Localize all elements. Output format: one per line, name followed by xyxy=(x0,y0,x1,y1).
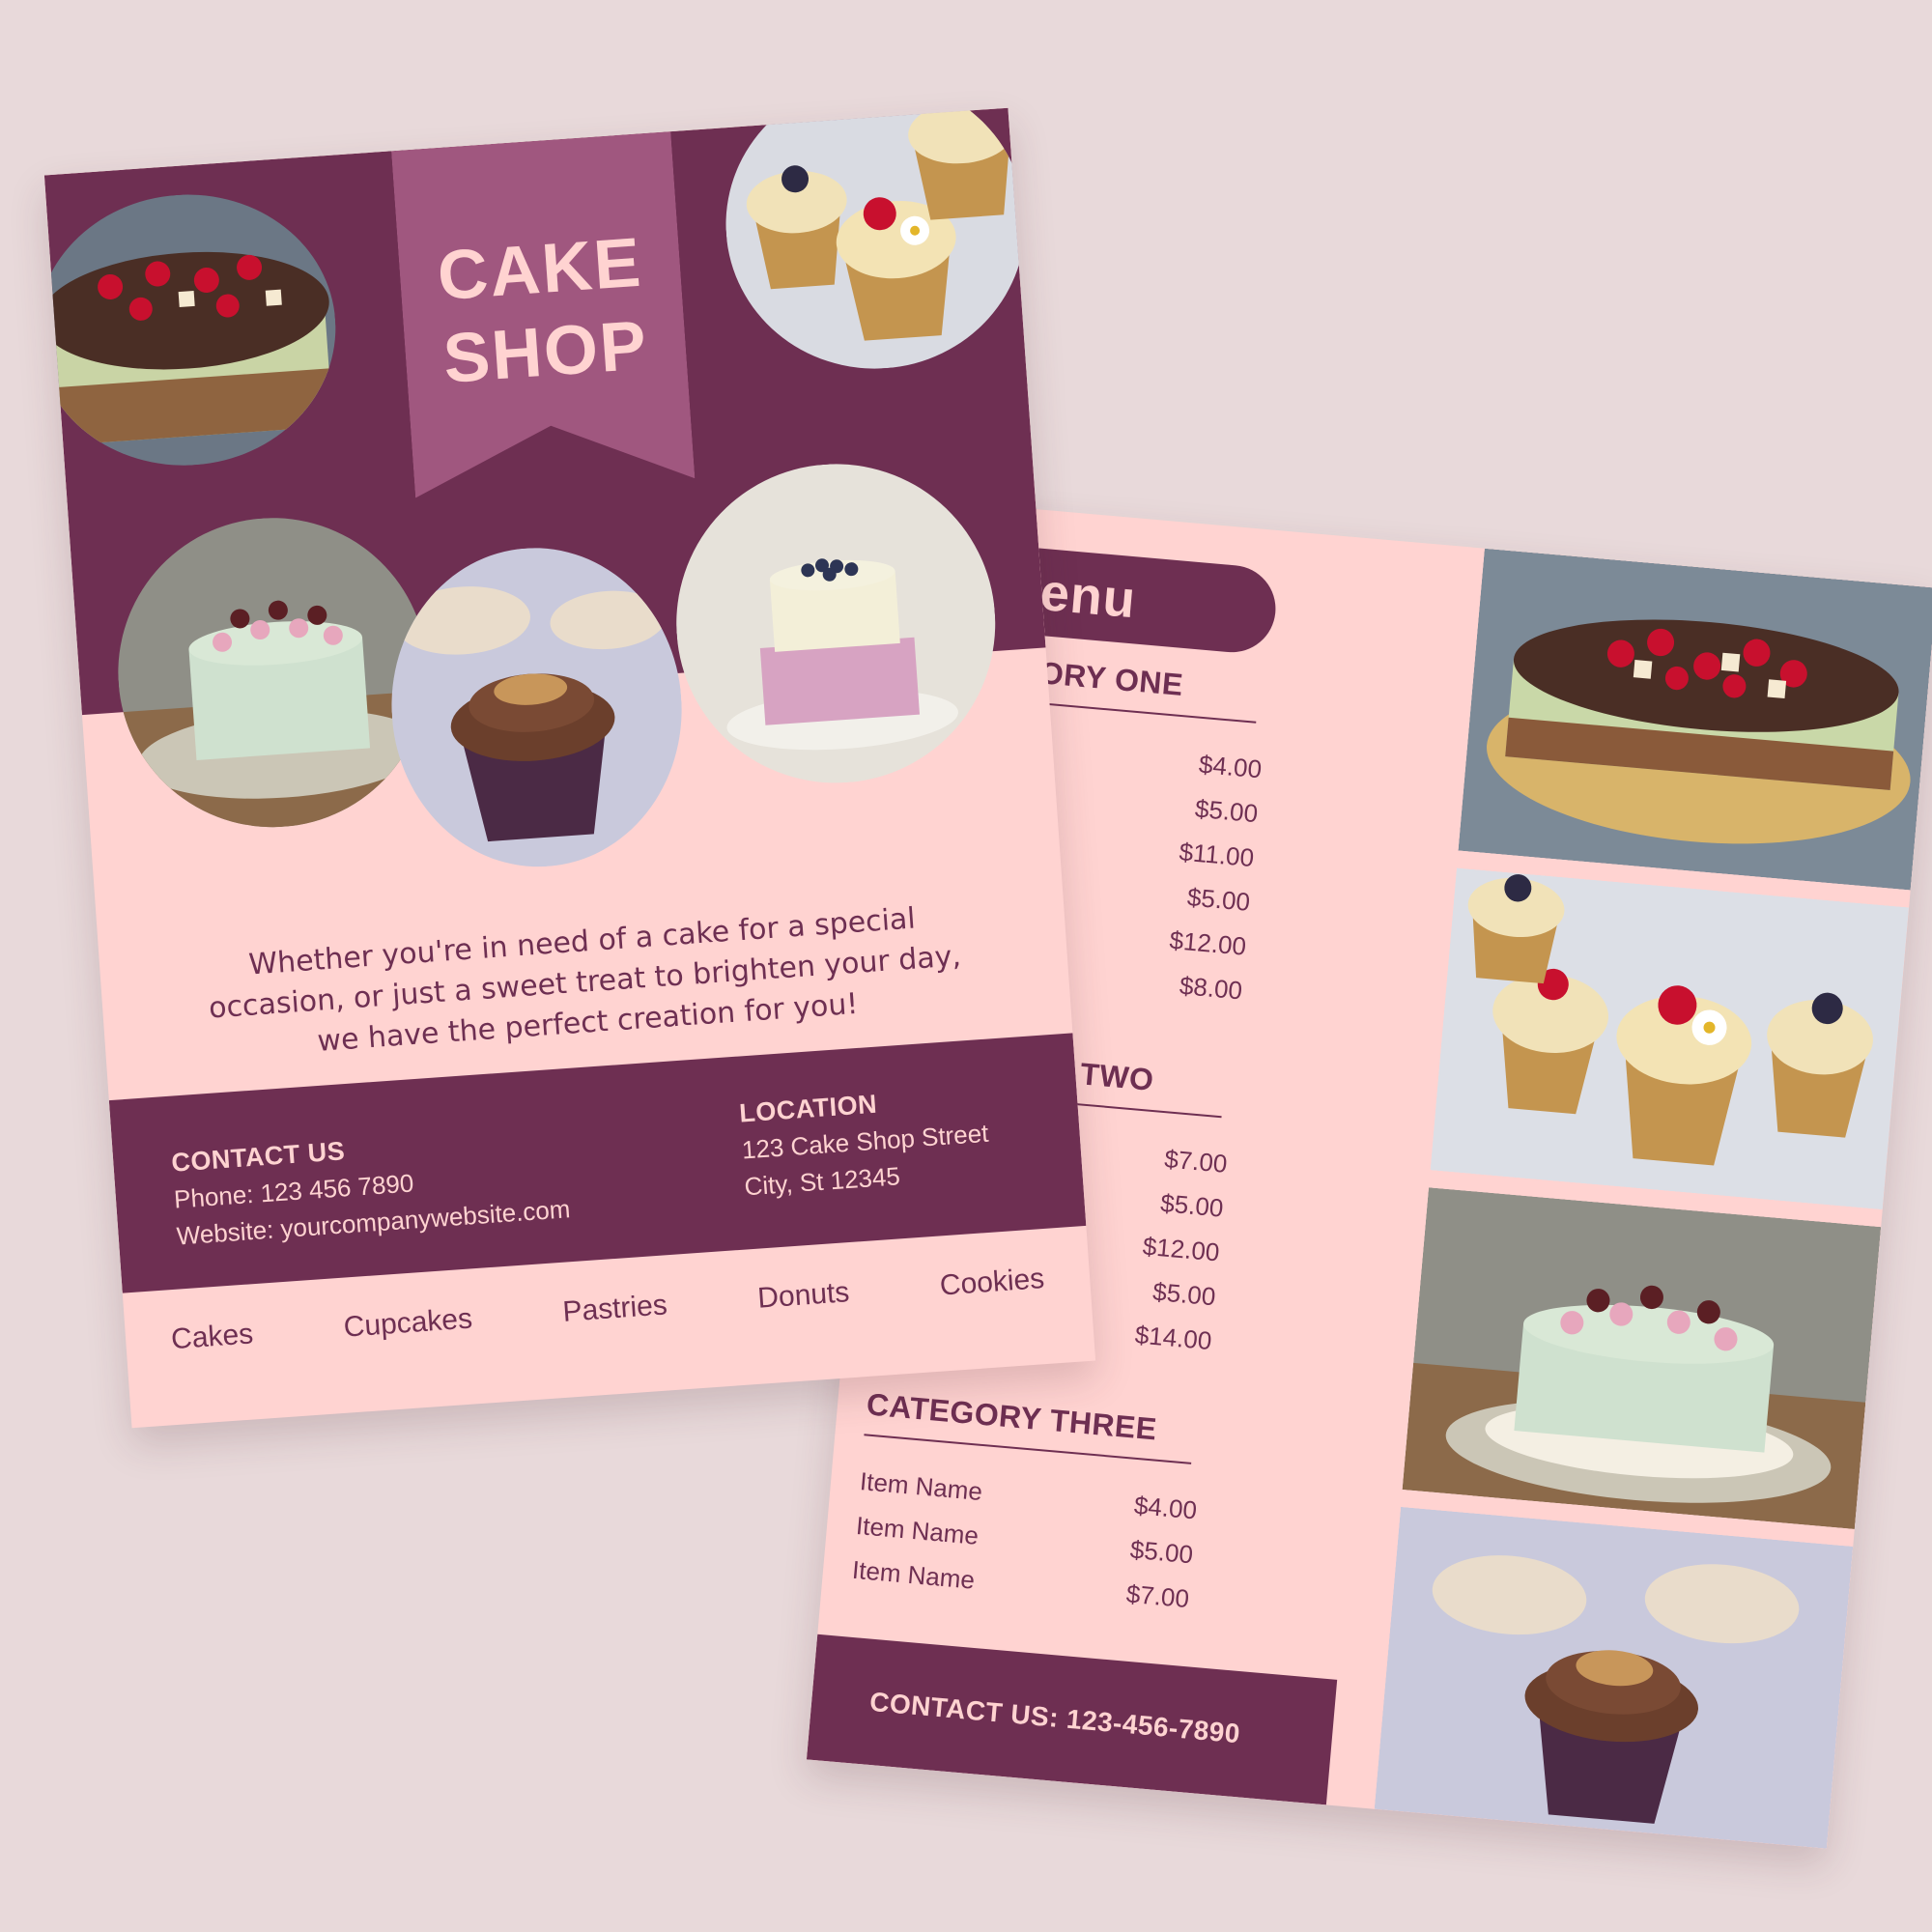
category-item: Pastries xyxy=(561,1289,668,1328)
shop-title: CAKE SHOP xyxy=(397,218,688,404)
category-item: Cakes xyxy=(170,1318,255,1356)
layered-cake-photo xyxy=(1458,548,1932,891)
price: $4.00 xyxy=(1132,1490,1199,1524)
price: $8.00 xyxy=(1178,970,1244,1006)
menu-footer-contact: CONTACT US: 123-456-7890 xyxy=(806,1634,1338,1805)
item-name: Item Name xyxy=(854,1510,980,1550)
price: $5.00 xyxy=(1128,1534,1195,1569)
category-item: Cookies xyxy=(938,1263,1046,1302)
price: $14.00 xyxy=(1133,1319,1213,1355)
price: $5.00 xyxy=(1159,1187,1225,1223)
photo-column xyxy=(1374,548,1932,1849)
price: $5.00 xyxy=(1185,881,1252,917)
category-item: Cupcakes xyxy=(342,1302,474,1344)
price: $11.00 xyxy=(1178,836,1256,872)
price: $5.00 xyxy=(1193,793,1260,828)
price: $12.00 xyxy=(1141,1231,1221,1267)
location-block: LOCATION 123 Cake Shop Street City, St 1… xyxy=(738,1078,992,1206)
category-three: CATEGORY THREE Item Name $4.00 Item Name $… xyxy=(850,1386,1205,1621)
flyer-sheet: CAKE SHOP Whether you're in need of a ca… xyxy=(43,107,1096,1429)
contact-us-block: CONTACT US Phone: 123 456 7890 Website: … xyxy=(170,1117,571,1254)
price: $5.00 xyxy=(1151,1276,1217,1311)
mint-cake-photo xyxy=(1402,1187,1882,1529)
category-item: Donuts xyxy=(756,1276,851,1315)
contact-band: CONTACT US Phone: 123 456 7890 Website: … xyxy=(108,1033,1087,1293)
price: $7.00 xyxy=(1124,1578,1191,1613)
price: $4.00 xyxy=(1197,749,1264,783)
chocolate-cupcake-photo xyxy=(1374,1506,1854,1849)
item-name: Item Name xyxy=(850,1554,977,1595)
category-three-title: CATEGORY THREE xyxy=(865,1386,1159,1447)
tagline: Whether you're in need of a cake for a s… xyxy=(208,901,962,1059)
cupcakes-photo xyxy=(1430,867,1910,1210)
price: $12.00 xyxy=(1168,924,1248,961)
price: $7.00 xyxy=(1163,1143,1229,1179)
item-name: Item Name xyxy=(859,1465,984,1506)
